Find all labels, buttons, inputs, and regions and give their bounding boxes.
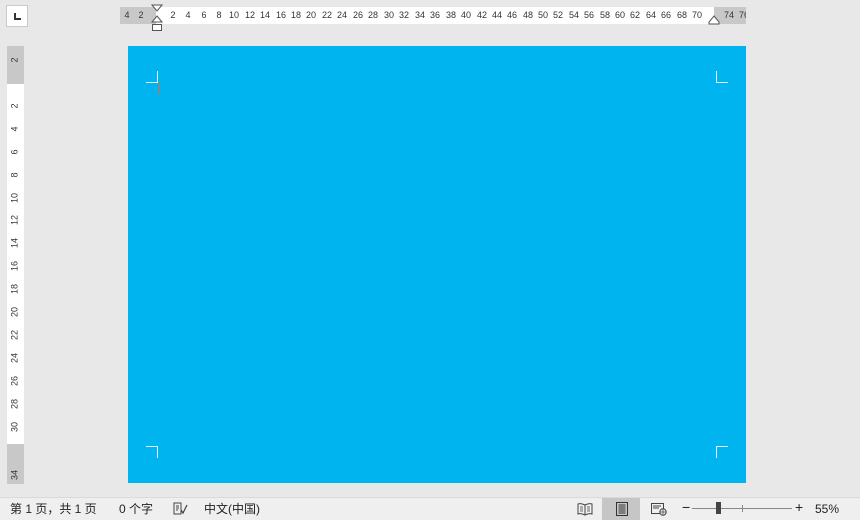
ruler-tick-label: 4 bbox=[9, 126, 20, 132]
ruler-tick-label: 38 bbox=[445, 10, 457, 20]
ruler-tick-label: 20 bbox=[305, 10, 317, 20]
zoom-in-button[interactable]: + bbox=[795, 500, 803, 514]
ruler-tick-label: 52 bbox=[552, 10, 564, 20]
right-indent-marker[interactable] bbox=[708, 15, 720, 25]
ruler-tick-label: 76 bbox=[738, 10, 746, 20]
ruler-tick-label: 56 bbox=[583, 10, 595, 20]
zoom-slider-center-mark bbox=[742, 505, 743, 512]
ruler-tick-label: 34 bbox=[414, 10, 426, 20]
horizontal-ruler[interactable]: 4 2 2 4 6 8 10 12 14 16 18 20 22 24 26 28 30 32 34 36 38 40 42… bbox=[120, 7, 746, 24]
tab-stop-selector[interactable] bbox=[6, 5, 28, 27]
print-layout-icon bbox=[616, 502, 628, 516]
ruler-tick-label: 4 bbox=[124, 10, 130, 20]
ruler-tick-label: 28 bbox=[367, 10, 379, 20]
ruler-tick-label: 2 bbox=[138, 10, 144, 20]
ruler-tick-label: 68 bbox=[676, 10, 688, 20]
ruler-tick-label: 2 bbox=[9, 57, 20, 63]
proofing-icon[interactable] bbox=[172, 501, 188, 519]
ruler-top-margin bbox=[7, 46, 24, 84]
ruler-tick-label: 40 bbox=[460, 10, 472, 20]
zoom-out-button[interactable]: − bbox=[682, 500, 690, 514]
zoom-slider-thumb[interactable] bbox=[716, 502, 721, 514]
ruler-tick-label: 24 bbox=[9, 352, 20, 364]
ruler-tick-label: 34 bbox=[9, 469, 20, 481]
ruler-tick-label: 18 bbox=[290, 10, 302, 20]
first-line-indent-marker[interactable] bbox=[151, 4, 163, 12]
ruler-tick-label: 30 bbox=[383, 10, 395, 20]
ruler-tick-label: 42 bbox=[476, 10, 488, 20]
ruler-tick-label: 12 bbox=[244, 10, 256, 20]
ruler-tick-label: 26 bbox=[9, 375, 20, 387]
ruler-tick-label: 8 bbox=[216, 10, 222, 20]
document-page[interactable] bbox=[128, 46, 746, 483]
ruler-tick-label: 2 bbox=[9, 103, 20, 109]
ruler-tick-label: 74 bbox=[723, 10, 735, 20]
ruler-tick-label: 2 bbox=[170, 10, 176, 20]
margin-corner-mark-bottom-left bbox=[146, 446, 158, 458]
left-tab-icon bbox=[14, 13, 21, 20]
ruler-tick-label: 48 bbox=[522, 10, 534, 20]
ruler-tick-label: 20 bbox=[9, 306, 20, 318]
ruler-tick-label: 26 bbox=[352, 10, 364, 20]
ruler-tick-label: 14 bbox=[259, 10, 271, 20]
ruler-tick-label: 62 bbox=[629, 10, 641, 20]
status-bar: 第 1 页，共 1 页 0 个字 中文(中国) − + 55% bbox=[0, 497, 860, 520]
ruler-tick-label: 60 bbox=[614, 10, 626, 20]
ruler-tick-label: 10 bbox=[9, 192, 20, 204]
zoom-level[interactable]: 55% bbox=[815, 502, 839, 516]
ruler-tick-label: 6 bbox=[201, 10, 207, 20]
text-cursor bbox=[158, 82, 159, 95]
vertical-ruler[interactable]: 2 2 4 6 8 10 12 14 16 18 20 22 24 26 28 30 34 bbox=[7, 46, 24, 484]
ruler-tick-label: 30 bbox=[9, 421, 20, 433]
ruler-tick-label: 66 bbox=[660, 10, 672, 20]
ruler-tick-label: 64 bbox=[645, 10, 657, 20]
ruler-tick-label: 14 bbox=[9, 237, 20, 249]
print-layout-button[interactable] bbox=[602, 498, 640, 520]
ruler-tick-label: 58 bbox=[599, 10, 611, 20]
ruler-tick-label: 22 bbox=[321, 10, 333, 20]
ruler-tick-label: 32 bbox=[398, 10, 410, 20]
ruler-tick-label: 10 bbox=[228, 10, 240, 20]
margin-corner-mark-top-left bbox=[146, 71, 158, 83]
read-mode-button[interactable] bbox=[565, 498, 603, 520]
web-layout-icon bbox=[651, 503, 667, 516]
ruler-tick-label: 8 bbox=[9, 172, 20, 178]
ruler-tick-label: 36 bbox=[429, 10, 441, 20]
word-count[interactable]: 0 个字 bbox=[119, 502, 153, 516]
language-indicator[interactable]: 中文(中国) bbox=[204, 502, 260, 516]
ruler-tick-label: 28 bbox=[9, 398, 20, 410]
ruler-tick-label: 6 bbox=[9, 149, 20, 155]
ruler-tick-label: 54 bbox=[568, 10, 580, 20]
ruler-tick-label: 18 bbox=[9, 283, 20, 295]
page-count[interactable]: 第 1 页，共 1 页 bbox=[10, 502, 97, 516]
ruler-tick-label: 46 bbox=[506, 10, 518, 20]
hanging-indent-marker[interactable] bbox=[151, 15, 163, 32]
ruler-tick-label: 4 bbox=[185, 10, 191, 20]
margin-corner-mark-bottom-right bbox=[716, 446, 728, 458]
ruler-tick-label: 24 bbox=[336, 10, 348, 20]
ruler-tick-label: 70 bbox=[691, 10, 703, 20]
ruler-tick-label: 16 bbox=[275, 10, 287, 20]
ruler-tick-label: 22 bbox=[9, 329, 20, 341]
margin-corner-mark-top-right bbox=[716, 71, 728, 83]
ruler-tick-label: 16 bbox=[9, 260, 20, 272]
read-mode-icon bbox=[577, 503, 593, 516]
ruler-tick-label: 12 bbox=[9, 214, 20, 226]
ruler-tick-label: 50 bbox=[537, 10, 549, 20]
ruler-tick-label: 44 bbox=[491, 10, 503, 20]
web-layout-button[interactable] bbox=[639, 498, 677, 520]
